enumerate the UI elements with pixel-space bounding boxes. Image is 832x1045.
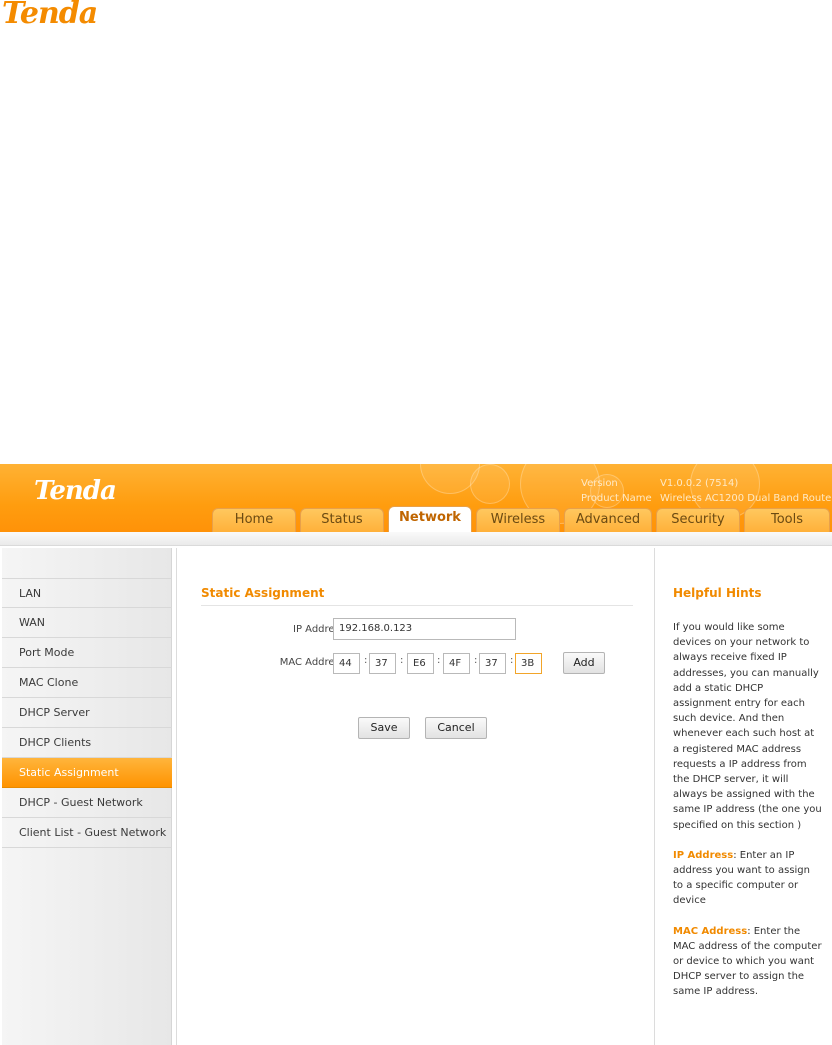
product-name-value: Wireless AC1200 Dual Band Router [660,493,832,504]
header-info-labels: Version Product Name [581,476,652,506]
helpful-hints-panel: Helpful Hints If you would like some dev… [656,548,832,1045]
hints-body: If you would like some devices on your n… [673,620,823,1015]
main-nav-tabs: Home Status Network Wireless Advanced Se… [212,506,832,532]
hints-mac-term: MAC Address [673,925,748,937]
tab-wireless[interactable]: Wireless [476,508,560,532]
mac-separator: : [364,655,368,666]
hints-ip-paragraph: IP Address: Enter an IP address you want… [673,848,823,909]
mac-octet-5-input[interactable]: 37 [479,653,506,674]
product-name-label: Product Name [581,493,652,504]
router-admin-screenshot: Tenda Version Product Name V1.0.0.2 (751… [0,464,832,1045]
hints-ip-term: IP Address [673,849,734,861]
mac-octet-1-input[interactable]: 44 [333,653,360,674]
header-info-values: V1.0.0.2 (7514) Wireless AC1200 Dual Ban… [660,476,832,506]
tab-home[interactable]: Home [212,508,296,532]
tab-security[interactable]: Security [656,508,740,532]
header-logo: Tenda [34,476,117,506]
hints-mac-paragraph: MAC Address: Enter the MAC address of th… [673,924,823,1000]
ip-address-input[interactable]: 192.168.0.123 [333,618,516,640]
sidebar-item-dhcp-server[interactable]: DHCP Server [2,698,172,728]
sidebar-item-static-assignment[interactable]: Static Assignment [2,758,172,788]
header-divider-strip [0,532,832,546]
tenda-logo: Tenda [2,0,98,31]
mac-octet-6-input[interactable]: 3B [515,653,542,674]
version-value: V1.0.0.2 (7514) [660,478,739,489]
mac-octet-2-input[interactable]: 37 [369,653,396,674]
sidebar-item-dhcp-clients[interactable]: DHCP Clients [2,728,172,758]
tab-tools[interactable]: Tools [744,508,830,532]
mac-octet-4-input[interactable]: 4F [443,653,470,674]
header-bar: Tenda Version Product Name V1.0.0.2 (751… [0,464,832,532]
hints-title: Helpful Hints [673,586,762,600]
tab-advanced[interactable]: Advanced [564,508,652,532]
hints-intro: If you would like some devices on your n… [673,622,822,831]
mac-separator: : [474,655,478,666]
sidebar-item-client-list-guest-network[interactable]: Client List - Guest Network [2,818,172,848]
mac-octet-3-input[interactable]: E6 [407,653,434,674]
title-divider [201,605,633,606]
version-label: Version [581,478,618,489]
sidebar-item-wan[interactable]: WAN [2,608,172,638]
sidebar-item-lan[interactable]: LAN [2,578,172,608]
sidebar-item-port-mode[interactable]: Port Mode [2,638,172,668]
main-content: Static Assignment IP Address 192.168.0.1… [176,548,655,1045]
sidebar-item-mac-clone[interactable]: MAC Clone [2,668,172,698]
mac-separator: : [400,655,404,666]
mac-separator: : [437,655,441,666]
page-title: Static Assignment [201,586,325,600]
sidebar: LAN WAN Port Mode MAC Clone DHCP Server … [2,548,172,1045]
tab-status[interactable]: Status [300,508,384,532]
save-button[interactable]: Save [358,717,410,739]
tab-network[interactable]: Network [388,506,472,532]
add-button[interactable]: Add [563,652,605,674]
sidebar-item-dhcp-guest-network[interactable]: DHCP - Guest Network [2,788,172,818]
cancel-button[interactable]: Cancel [425,717,487,739]
mac-separator: : [510,655,514,666]
